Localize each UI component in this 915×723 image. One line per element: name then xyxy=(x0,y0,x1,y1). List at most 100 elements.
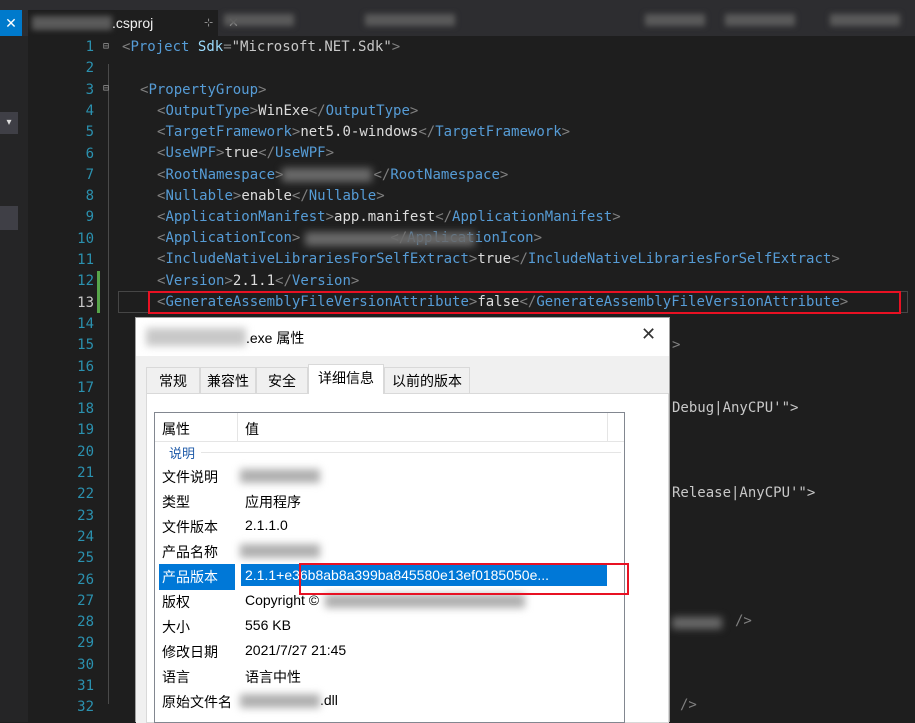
bracket: </ xyxy=(258,145,276,162)
tab-previous-versions[interactable]: 以前的版本 xyxy=(384,367,470,393)
fold-toggle-icon[interactable]: ⊟ xyxy=(103,83,109,94)
line-number: 27 xyxy=(77,592,94,609)
chevron-down-icon[interactable]: ▾ xyxy=(0,112,18,134)
tab-general[interactable]: 常规 xyxy=(146,367,200,393)
property-name: 修改日期 xyxy=(162,644,218,660)
element-value: true xyxy=(224,145,259,162)
fold-toggle-icon[interactable]: ⊟ xyxy=(103,41,109,52)
column-header-value[interactable]: 值 xyxy=(245,419,259,439)
bracket: > xyxy=(831,251,840,268)
xml-tag: OutputType xyxy=(165,103,250,119)
redacted-exe-name xyxy=(146,328,246,346)
change-marker xyxy=(97,271,100,292)
condition-text: Debug|AnyCPU'"> xyxy=(672,400,799,416)
bracket: </ xyxy=(308,103,326,119)
property-row[interactable]: 语言 语言中性 xyxy=(155,663,624,688)
line-number: 6 xyxy=(85,145,94,162)
property-row[interactable]: 文件说明 xyxy=(155,463,624,488)
tab-compatibility[interactable]: 兼容性 xyxy=(200,367,256,393)
dialog-title: .exe 属性 xyxy=(246,330,305,346)
properties-dialog: .exe 属性 ✕ 常规 兼容性 安全 详细信息 以前的版本 属性 值 说明 文… xyxy=(135,317,670,723)
redacted-tab[interactable] xyxy=(224,14,294,26)
line-number: 28 xyxy=(77,614,94,631)
redacted-value xyxy=(240,544,320,558)
xml-tag: Nullable xyxy=(308,187,377,204)
property-row[interactable]: 产品名称 xyxy=(155,538,624,563)
xml-tag: Project xyxy=(130,39,190,55)
code-line-4[interactable]: <OutputType>WinExe</OutputType> xyxy=(157,101,418,122)
code-fragment-18[interactable]: Debug|AnyCPU'"> xyxy=(672,398,798,419)
property-row[interactable]: 原始文件名 .dll xyxy=(155,688,624,713)
bracket: </ xyxy=(373,166,391,183)
column-header-property[interactable]: 属性 xyxy=(162,419,190,439)
line-number: 3 xyxy=(85,81,94,98)
code-line-3[interactable]: <PropertyGroup> xyxy=(140,80,266,101)
side-panel-selected-item[interactable] xyxy=(0,206,18,230)
line-number: 31 xyxy=(77,678,94,694)
code-fragment-28[interactable]: /> xyxy=(735,611,752,632)
xml-tag: UseWPF xyxy=(165,145,217,162)
line-number: 24 xyxy=(77,528,94,545)
redacted-root-namespace xyxy=(282,168,372,182)
code-line-1[interactable]: <Project Sdk="Microsoft.NET.Sdk"> xyxy=(122,37,400,58)
xml-tag: ApplicationManifest xyxy=(165,209,326,225)
code-line-12[interactable]: <Version>2.1.1</Version> xyxy=(157,271,359,292)
redacted-icon-path xyxy=(305,232,475,246)
code-line-11[interactable]: <IncludeNativeLibrariesForSelfExtract>tr… xyxy=(157,249,840,270)
close-panel-icon[interactable]: ✕ xyxy=(0,10,22,36)
property-name: 类型 xyxy=(162,494,190,510)
element-value: true xyxy=(477,251,512,268)
code-fragment-15[interactable]: > xyxy=(672,335,680,356)
redacted-tab[interactable] xyxy=(725,14,795,26)
column-divider[interactable] xyxy=(237,413,238,441)
bracket: > xyxy=(533,230,543,247)
bracket: </ xyxy=(511,251,528,268)
xml-tag: PropertyGroup xyxy=(148,82,259,98)
bracket: > xyxy=(409,103,419,119)
property-row[interactable]: 修改日期 2021/7/27 21:45 xyxy=(155,638,624,663)
line-number: 30 xyxy=(77,656,94,673)
code-fragment-22[interactable]: Release|AnyCPU'"> xyxy=(672,483,815,504)
property-name: 文件说明 xyxy=(162,469,218,485)
code-line-8[interactable]: <Nullable>enable</Nullable> xyxy=(157,186,385,207)
line-number: 15 xyxy=(77,337,94,354)
bracket: > xyxy=(672,337,681,353)
tab-details[interactable]: 详细信息 xyxy=(308,364,384,394)
xml-tag: UseWPF xyxy=(275,145,326,162)
xml-tag: Version xyxy=(165,272,225,289)
attribute-value: "Microsoft.NET.Sdk" xyxy=(231,39,392,55)
code-line-6[interactable]: <UseWPF>true</UseWPF> xyxy=(157,143,334,164)
bracket: > xyxy=(350,272,360,289)
line-number: 21 xyxy=(77,465,94,481)
group-divider xyxy=(201,452,621,453)
redacted-tab[interactable] xyxy=(365,14,455,26)
property-row[interactable]: 文件版本 2.1.1.0 xyxy=(155,513,624,538)
tab-csproj[interactable]: .csproj ⊹ ✕ xyxy=(28,10,239,36)
equals: = xyxy=(223,39,232,55)
property-value: 2021/7/27 21:45 xyxy=(245,642,347,658)
xml-attribute: Sdk xyxy=(197,39,224,55)
property-name: 文件版本 xyxy=(162,519,218,535)
xml-tag: Nullable xyxy=(165,187,233,204)
code-fragment-32[interactable]: /> xyxy=(680,695,697,716)
side-panel: ▾ xyxy=(0,36,28,722)
property-row[interactable]: 大小 556 KB xyxy=(155,613,624,638)
redacted-tab[interactable] xyxy=(645,14,705,26)
code-line-5[interactable]: <TargetFramework>net5.0-windows</TargetF… xyxy=(157,122,570,143)
property-name: 原始文件名 xyxy=(162,694,232,710)
bracket: </ xyxy=(291,187,309,204)
column-divider[interactable] xyxy=(607,413,608,441)
code-line-9[interactable]: <ApplicationManifest>app.manifest</Appli… xyxy=(157,207,621,228)
property-row[interactable]: 类型 应用程序 xyxy=(155,488,624,513)
tab-label: .csproj xyxy=(112,15,154,31)
bracket: > xyxy=(249,103,259,119)
property-value: 语言中性 xyxy=(245,669,301,685)
line-number: 11 xyxy=(77,252,94,268)
redacted-tab[interactable] xyxy=(830,14,900,26)
close-icon[interactable]: ✕ xyxy=(641,324,656,345)
pin-icon[interactable]: ⊹ xyxy=(204,10,213,36)
tab-security[interactable]: 安全 xyxy=(256,367,308,393)
xml-tag: ApplicationIcon xyxy=(165,230,292,247)
property-name: 大小 xyxy=(162,619,190,635)
